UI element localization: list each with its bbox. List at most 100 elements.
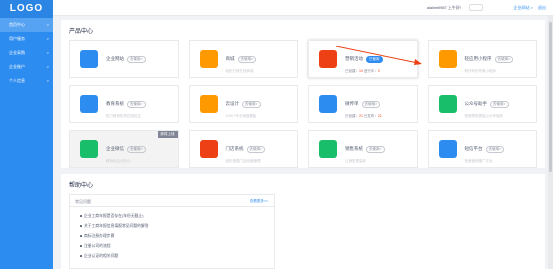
use-button[interactable]: 去使用> (246, 146, 266, 153)
sidebar-item-label: 用户服务 (9, 36, 25, 41)
wechat-icon (438, 95, 457, 113)
chevron-right-icon: > (46, 22, 49, 27)
use-button[interactable]: 去使用> (366, 146, 385, 153)
product-name: 销售系统 (345, 146, 363, 151)
product-card[interactable]: 短信平台 去使用> 快速营销推广平台 (427, 130, 537, 168)
product-desc: 1000+专业海报模板 (225, 114, 257, 118)
store-icon (199, 140, 218, 158)
product-name: 商城 (225, 56, 235, 61)
product-name: 企业微信 (106, 146, 124, 151)
chat-bubble-icon (438, 140, 457, 158)
product-desc: 助力教育机构在线招生 (106, 114, 141, 118)
use-button[interactable]: 去使用> (127, 101, 146, 108)
use-button[interactable]: 去使用> (361, 101, 381, 108)
flyer-icon (319, 95, 337, 113)
main-content: 产品中心 企业网站 去使用> 商城 去使用> 轻松打造在线商城 营销活动 已使用 已创… (53, 16, 553, 269)
sidebar-item-label: 企业采购 (9, 50, 25, 55)
product-name: 轻应用小程序 (464, 56, 492, 61)
chevron-right-icon: > (46, 78, 49, 83)
logout-link[interactable]: 退出 (538, 5, 546, 11)
scrollbar[interactable] (548, 16, 553, 269)
product-stats: 已创建：21 已发布：21 (345, 114, 382, 118)
faq-title: 常见问题 (75, 199, 91, 204)
home-link[interactable]: 企业网站 > (514, 5, 533, 11)
help-center-panel: 帮助中心 常见问题 查看更多>> 企业工商年报是否存在(年份无截止) 关于工商年… (61, 174, 545, 269)
product-stats: 已创建：10 进行中：0 (345, 69, 380, 73)
sidebar-item-label: 企业账户 (9, 64, 25, 69)
chevron-right-icon: > (46, 36, 49, 41)
section-title-products: 产品中心 (69, 29, 94, 35)
product-card[interactable]: 企业网站 去使用> (69, 40, 179, 78)
use-button[interactable]: 去使用> (490, 101, 509, 108)
envelope-icon (80, 140, 98, 158)
section-title-help: 帮助中心 (69, 183, 94, 189)
product-card[interactable]: 微传单 去使用> 已创建：21 已发布：21 (308, 85, 418, 123)
sidebar: LOGO 首页中心 > 用户服务 > 企业采购 > 企业账户 > 个人信息 > (0, 0, 53, 269)
product-name: 门店系统 (225, 146, 244, 151)
use-button[interactable]: 去使用> (237, 56, 257, 63)
view-more-link[interactable]: 查看更多>> (250, 199, 268, 204)
product-card[interactable]: 销售系统 去使用> 让销售更高效 (308, 130, 418, 168)
product-name: 短信平台 (464, 146, 483, 151)
product-name: 教育系统 (106, 101, 124, 106)
product-card[interactable]: 公众号助手 去使用> 快速帮助提高公众号吸粉 (427, 85, 537, 123)
product-desc: 制作你的专属小程序 (464, 69, 497, 73)
faq-list: 企业工商年报是否存在(年份无截止) 关于工商年报信息填报常见问题的解答 商标注册… (70, 207, 274, 261)
gift-icon (319, 50, 337, 68)
website-icon (80, 50, 98, 68)
faq-box: 常见问题 查看更多>> 企业工商年报是否存在(年份无截止) 关于工商年报信息填报… (69, 194, 275, 269)
product-grid: 企业网站 去使用> 商城 去使用> 轻松打造在线商城 营销活动 已使用 已创建：10 … (69, 40, 537, 168)
use-button[interactable]: 去使用> (127, 146, 146, 153)
shopping-bag-icon (199, 50, 218, 68)
product-name: 微传单 (345, 101, 359, 106)
faq-item[interactable]: 注册公司的流程 (80, 241, 274, 251)
logo: LOGO (0, 0, 53, 18)
faq-item[interactable]: 企业工商年报是否存在(年份无截止) (80, 211, 274, 221)
mini-program-icon (438, 50, 457, 68)
use-button[interactable]: 去使用> (242, 101, 261, 108)
product-card[interactable]: 轻应用小程序 去使用> 制作你的专属小程序 (427, 40, 537, 78)
faq-item[interactable]: 商标注册办理步骤 (80, 231, 274, 241)
user-greeting: alalimiti987 上午好! (426, 5, 461, 10)
product-desc: 快速帮助提高公众号吸粉 (464, 114, 504, 118)
product-name: 营销活动 (345, 56, 363, 61)
product-card[interactable]: 商城 去使用> 轻松打造在线商城 (188, 40, 298, 78)
used-badge[interactable]: 已使用 (366, 56, 383, 63)
sidebar-item-profile[interactable]: 个人信息 > (0, 74, 53, 88)
sidebar-item-label: 首页中心 (9, 22, 25, 27)
product-card[interactable]: 门店系统 去使用> 轻松搭建门店经营管理 (188, 130, 298, 168)
faq-header: 常见问题 查看更多>> (70, 195, 274, 207)
sidebar-item-procurement[interactable]: 企业采购 > (0, 46, 53, 60)
image-icon (199, 95, 218, 113)
product-name: 公众号助手 (464, 101, 488, 106)
product-desc: 轻松搭建门店经营管理 (225, 159, 261, 163)
use-button[interactable]: 去使用> (485, 146, 505, 153)
top-bar: alalimiti987 上午好! 企业网站 > 退出 (53, 0, 553, 16)
product-card[interactable]: 云设计 去使用> 1000+专业海报模板 (188, 85, 298, 123)
scrollbar-thumb[interactable] (549, 22, 552, 172)
product-center-panel: 产品中心 企业网站 去使用> 商城 去使用> 轻松打造在线商城 营销活动 已使用 已创… (61, 20, 545, 168)
chevron-right-icon: > (46, 64, 49, 69)
use-button[interactable]: 去使用> (127, 56, 146, 63)
product-name: 企业网站 (106, 56, 124, 61)
product-name: 云设计 (225, 101, 240, 106)
chevron-right-icon: > (46, 50, 49, 55)
faq-item[interactable]: 企业认证的相关问题 (80, 251, 274, 261)
sidebar-item-label: 个人信息 (9, 78, 25, 83)
product-card[interactable]: 营销活动 已使用 已创建：10 进行中：0 (308, 40, 418, 78)
coming-soon-ribbon: 即将上线 (157, 131, 178, 138)
person-icon (319, 140, 337, 158)
faq-item[interactable]: 关于工商年报信息填报常见问题的解答 (80, 221, 274, 231)
product-card[interactable]: 教育系统 去使用> 助力教育机构在线招生 (69, 85, 179, 123)
product-card[interactable]: 企业微信 去使用> 移动化企业办公 即将上线 (69, 130, 179, 168)
sidebar-item-home[interactable]: 首页中心 > (0, 18, 53, 32)
settings-toggle[interactable] (469, 4, 483, 11)
product-desc: 移动化企业办公 (106, 159, 131, 163)
book-icon (80, 95, 98, 113)
sidebar-item-account[interactable]: 企业账户 > (0, 60, 53, 74)
use-button[interactable]: 去使用> (494, 56, 514, 63)
product-desc: 让销售更高效 (345, 159, 366, 163)
product-desc: 轻松打造在线商城 (225, 69, 254, 73)
sidebar-item-user-service[interactable]: 用户服务 > (0, 32, 53, 46)
product-desc: 快速营销推广平台 (464, 159, 493, 163)
